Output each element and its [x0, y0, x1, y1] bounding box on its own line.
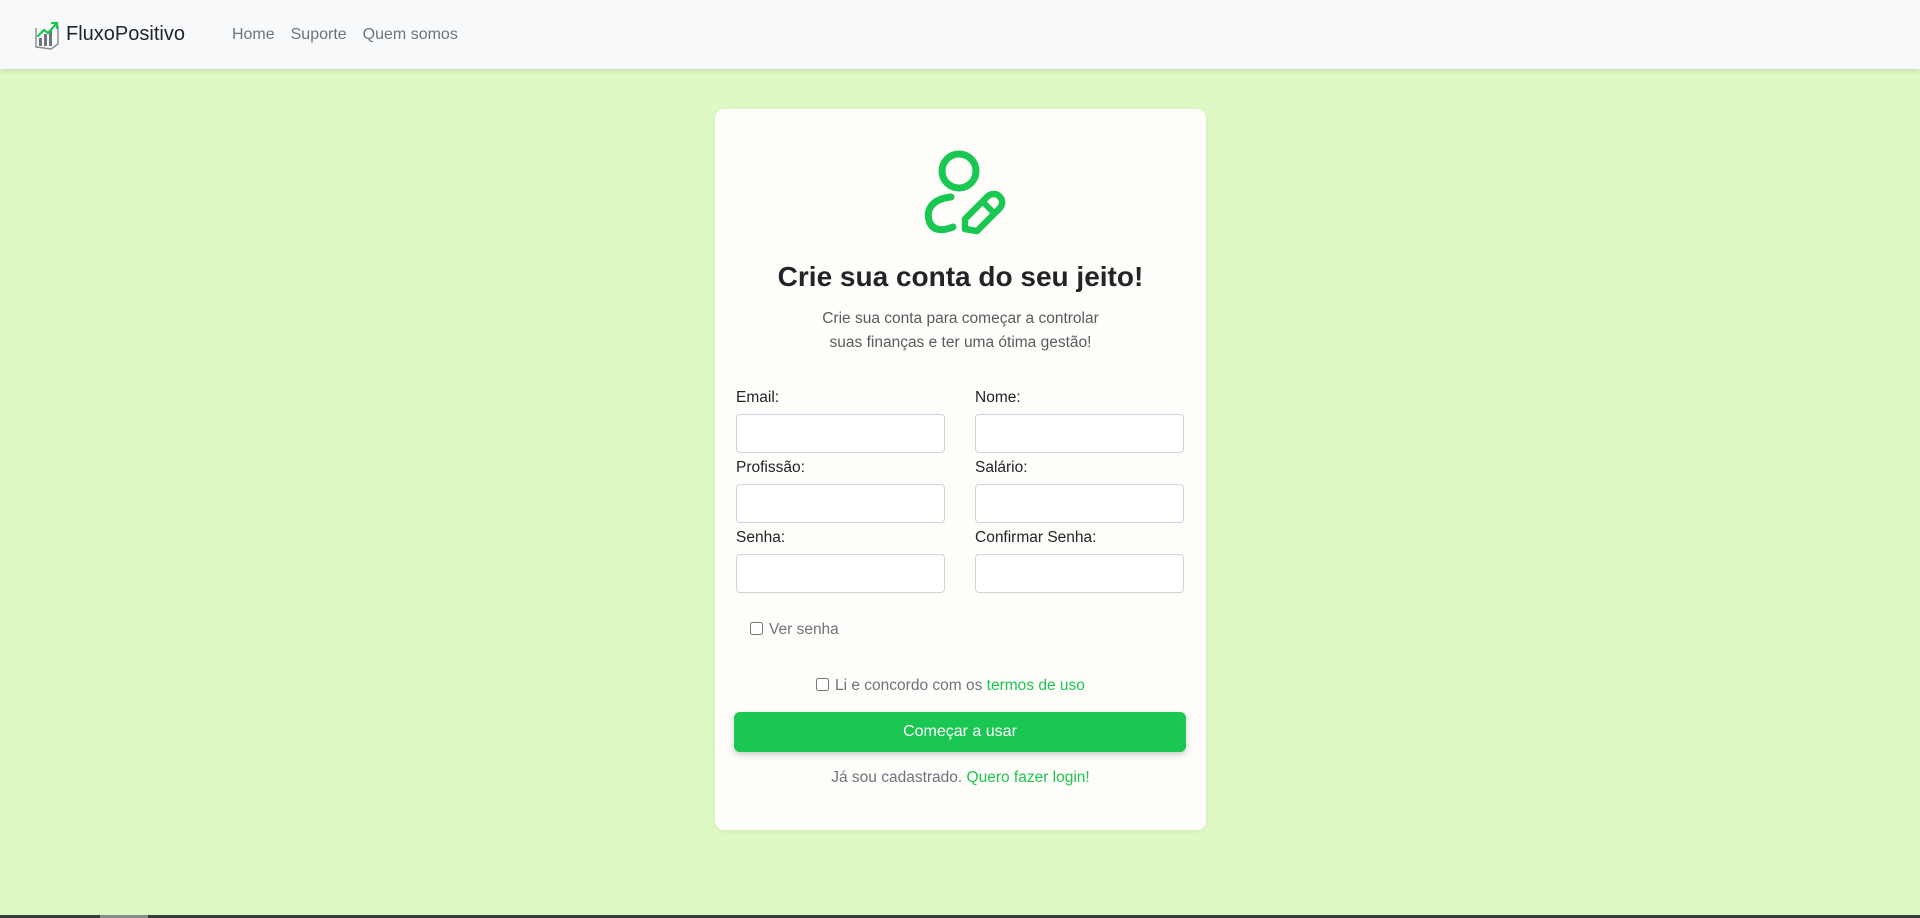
profissao-field-group: Profissão:: [736, 458, 945, 523]
email-field-group: Email:: [736, 388, 945, 453]
brand[interactable]: FluxoPositivo: [33, 20, 185, 50]
confirmar-senha-field-group: Confirmar Senha:: [975, 528, 1184, 593]
nome-field-group: Nome:: [975, 388, 1184, 453]
profissao-input[interactable]: [736, 484, 945, 523]
salario-label: Salário:: [975, 459, 1028, 476]
show-password-label[interactable]: Ver senha: [769, 621, 839, 639]
submit-button[interactable]: Começar a usar: [734, 712, 1186, 752]
terms-text: Li e concordo com os termos de uso: [835, 677, 1085, 695]
page-title: Crie sua conta do seu jeito!: [777, 261, 1144, 292]
email-label: Email:: [736, 389, 780, 406]
brand-name: FluxoPositivo: [66, 23, 185, 45]
chart-growth-icon: [35, 21, 59, 50]
nome-label: Nome:: [975, 389, 1021, 406]
senha-field-group: Senha:: [736, 528, 945, 593]
navbar: FluxoPositivo Home Suporte Quem somos: [0, 0, 1920, 69]
nome-input[interactable]: [975, 414, 1184, 453]
nav-links: Home Suporte Quem somos: [224, 26, 466, 44]
show-password-checkbox[interactable]: [750, 621, 763, 635]
senha-label: Senha:: [736, 529, 786, 546]
nav-link-suporte[interactable]: Suporte: [283, 26, 355, 44]
terms-link[interactable]: termos de uso: [987, 677, 1085, 694]
login-link[interactable]: Quero fazer login!: [967, 769, 1090, 786]
page-subtitle: Crie sua conta para começar a controlar …: [810, 307, 1111, 355]
confirmar-senha-label: Confirmar Senha:: [975, 529, 1097, 546]
subtitle-line-2: suas finanças e ter uma ótima gestão!: [829, 334, 1092, 351]
email-input[interactable]: [736, 414, 945, 453]
login-row: Já sou cadastrado. Quero fazer login!: [715, 769, 1206, 787]
user-edit-icon: [924, 150, 1006, 235]
terms-row: Li e concordo com os termos de uso: [816, 677, 1085, 695]
terms-prefix: Li e concordo com os: [835, 677, 983, 694]
nav-link-quem-somos[interactable]: Quem somos: [355, 26, 466, 44]
confirmar-senha-input[interactable]: [975, 554, 1184, 593]
senha-input[interactable]: [736, 554, 945, 593]
signup-card: Crie sua conta do seu jeito! Crie sua co…: [715, 109, 1206, 830]
terms-checkbox[interactable]: [816, 677, 829, 691]
profissao-label: Profissão:: [736, 459, 805, 476]
subtitle-line-1: Crie sua conta para começar a controlar: [822, 310, 1099, 327]
nav-link-home[interactable]: Home: [224, 26, 283, 44]
show-password-row: Ver senha: [750, 621, 839, 639]
salario-input[interactable]: [975, 484, 1184, 523]
login-prefix: Já sou cadastrado.: [831, 769, 963, 786]
salario-field-group: Salário:: [975, 458, 1184, 523]
